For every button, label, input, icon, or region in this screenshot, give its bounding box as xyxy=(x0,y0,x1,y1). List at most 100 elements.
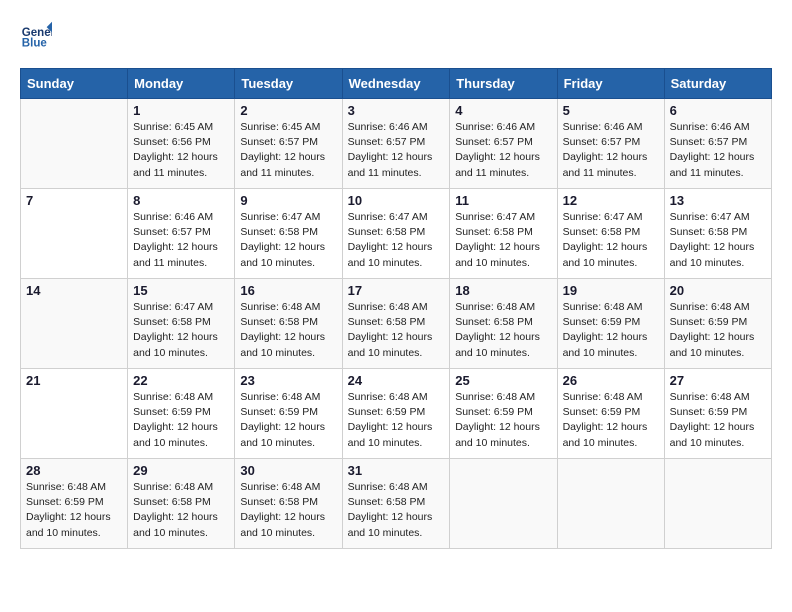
svg-text:Blue: Blue xyxy=(22,38,48,50)
day-number: 17 xyxy=(348,283,445,298)
calendar-cell: 10 Sunrise: 6:47 AM Sunset: 6:58 PM Dayli… xyxy=(342,189,450,279)
header-row: SundayMondayTuesdayWednesdayThursdayFrid… xyxy=(21,69,772,99)
day-info: Sunrise: 6:47 AM Sunset: 6:58 PM Dayligh… xyxy=(240,210,336,271)
day-number: 8 xyxy=(133,193,229,208)
day-info: Sunrise: 6:47 AM Sunset: 6:58 PM Dayligh… xyxy=(670,210,766,271)
day-info: Sunrise: 6:47 AM Sunset: 6:58 PM Dayligh… xyxy=(348,210,445,271)
calendar-cell: 11 Sunrise: 6:47 AM Sunset: 6:58 PM Dayli… xyxy=(450,189,557,279)
day-number: 18 xyxy=(455,283,551,298)
logo: General Blue xyxy=(20,20,58,52)
day-number: 1 xyxy=(133,103,229,118)
day-info: Sunrise: 6:48 AM Sunset: 6:59 PM Dayligh… xyxy=(348,390,445,451)
calendar-cell: 9Sunrise: 6:47 AM Sunset: 6:58 PM Daylig… xyxy=(235,189,342,279)
calendar-cell: 20 Sunrise: 6:48 AM Sunset: 6:59 PM Dayli… xyxy=(664,279,771,369)
calendar-cell xyxy=(557,459,664,549)
day-number: 3 xyxy=(348,103,445,118)
day-info: Sunrise: 6:46 AM Sunset: 6:57 PM Dayligh… xyxy=(133,210,229,271)
day-number: 2 xyxy=(240,103,336,118)
day-number: 15 xyxy=(133,283,229,298)
calendar-week-row: 28 Sunrise: 6:48 AM Sunset: 6:59 PM Dayli… xyxy=(21,459,772,549)
day-number: 12 xyxy=(563,193,659,208)
calendar-cell: 24Sunrise: 6:48 AM Sunset: 6:59 PM Dayli… xyxy=(342,369,450,459)
day-number: 31 xyxy=(348,463,445,478)
weekday-header: Monday xyxy=(128,69,235,99)
day-info: Sunrise: 6:48 AM Sunset: 6:59 PM Dayligh… xyxy=(26,480,122,541)
calendar-cell: 12 Sunrise: 6:47 AM Sunset: 6:58 PM Dayli… xyxy=(557,189,664,279)
weekday-header: Saturday xyxy=(664,69,771,99)
day-number: 16 xyxy=(240,283,336,298)
calendar-cell: 18 Sunrise: 6:48 AM Sunset: 6:58 PM Dayli… xyxy=(450,279,557,369)
calendar-cell: 23 Sunrise: 6:48 AM Sunset: 6:59 PM Dayli… xyxy=(235,369,342,459)
page-header: General Blue xyxy=(20,20,772,52)
calendar-cell: 27 Sunrise: 6:48 AM Sunset: 6:59 PM Dayli… xyxy=(664,369,771,459)
calendar-cell: 6Sunrise: 6:46 AM Sunset: 6:57 PM Daylig… xyxy=(664,99,771,189)
day-info: Sunrise: 6:48 AM Sunset: 6:58 PM Dayligh… xyxy=(240,480,336,541)
calendar-cell: 15 Sunrise: 6:47 AM Sunset: 6:58 PM Dayli… xyxy=(128,279,235,369)
calendar-cell: 7 xyxy=(21,189,128,279)
day-number: 20 xyxy=(670,283,766,298)
day-number: 30 xyxy=(240,463,336,478)
day-info: Sunrise: 6:47 AM Sunset: 6:58 PM Dayligh… xyxy=(455,210,551,271)
day-info: Sunrise: 6:48 AM Sunset: 6:59 PM Dayligh… xyxy=(240,390,336,451)
day-info: Sunrise: 6:48 AM Sunset: 6:59 PM Dayligh… xyxy=(563,300,659,361)
calendar-cell: 26Sunrise: 6:48 AM Sunset: 6:59 PM Dayli… xyxy=(557,369,664,459)
weekday-header: Tuesday xyxy=(235,69,342,99)
day-info: Sunrise: 6:48 AM Sunset: 6:59 PM Dayligh… xyxy=(670,390,766,451)
day-number: 4 xyxy=(455,103,551,118)
day-number: 22 xyxy=(133,373,229,388)
calendar-cell: 5 Sunrise: 6:46 AM Sunset: 6:57 PM Daylig… xyxy=(557,99,664,189)
day-info: Sunrise: 6:48 AM Sunset: 6:59 PM Dayligh… xyxy=(455,390,551,451)
day-info: Sunrise: 6:46 AM Sunset: 6:57 PM Dayligh… xyxy=(455,120,551,181)
calendar-cell: 21 xyxy=(21,369,128,459)
day-info: Sunrise: 6:48 AM Sunset: 6:58 PM Dayligh… xyxy=(348,480,445,541)
day-number: 14 xyxy=(26,283,122,298)
day-info: Sunrise: 6:46 AM Sunset: 6:57 PM Dayligh… xyxy=(348,120,445,181)
calendar-cell: 30 Sunrise: 6:48 AM Sunset: 6:58 PM Dayli… xyxy=(235,459,342,549)
day-number: 10 xyxy=(348,193,445,208)
day-info: Sunrise: 6:45 AM Sunset: 6:57 PM Dayligh… xyxy=(240,120,336,181)
calendar-week-row: 1Sunrise: 6:45 AM Sunset: 6:56 PM Daylig… xyxy=(21,99,772,189)
day-info: Sunrise: 6:46 AM Sunset: 6:57 PM Dayligh… xyxy=(563,120,659,181)
weekday-header: Friday xyxy=(557,69,664,99)
day-number: 13 xyxy=(670,193,766,208)
calendar-week-row: 21 22 Sunrise: 6:48 AM Sunset: 6:59 PM Day… xyxy=(21,369,772,459)
calendar-cell: 13 Sunrise: 6:47 AM Sunset: 6:58 PM Dayli… xyxy=(664,189,771,279)
day-number: 27 xyxy=(670,373,766,388)
day-number: 25 xyxy=(455,373,551,388)
logo-icon: General Blue xyxy=(20,20,52,52)
day-info: Sunrise: 6:48 AM Sunset: 6:59 PM Dayligh… xyxy=(670,300,766,361)
calendar-cell: 22 Sunrise: 6:48 AM Sunset: 6:59 PM Dayli… xyxy=(128,369,235,459)
day-info: Sunrise: 6:48 AM Sunset: 6:58 PM Dayligh… xyxy=(348,300,445,361)
weekday-header: Sunday xyxy=(21,69,128,99)
calendar-cell xyxy=(21,99,128,189)
calendar-cell: 16Sunrise: 6:48 AM Sunset: 6:58 PM Dayli… xyxy=(235,279,342,369)
calendar-cell: 14 xyxy=(21,279,128,369)
calendar-cell: 29 Sunrise: 6:48 AM Sunset: 6:58 PM Dayli… xyxy=(128,459,235,549)
day-info: Sunrise: 6:48 AM Sunset: 6:59 PM Dayligh… xyxy=(133,390,229,451)
calendar-body: 1Sunrise: 6:45 AM Sunset: 6:56 PM Daylig… xyxy=(21,99,772,549)
calendar-cell: 17 Sunrise: 6:48 AM Sunset: 6:58 PM Dayli… xyxy=(342,279,450,369)
day-number: 28 xyxy=(26,463,122,478)
day-number: 23 xyxy=(240,373,336,388)
calendar-week-row: 78 Sunrise: 6:46 AM Sunset: 6:57 PM Dayli… xyxy=(21,189,772,279)
day-number: 7 xyxy=(26,193,122,208)
weekday-header: Thursday xyxy=(450,69,557,99)
calendar-cell: 2 Sunrise: 6:45 AM Sunset: 6:57 PM Daylig… xyxy=(235,99,342,189)
calendar-cell: 3 Sunrise: 6:46 AM Sunset: 6:57 PM Daylig… xyxy=(342,99,450,189)
day-number: 6 xyxy=(670,103,766,118)
weekday-header: Wednesday xyxy=(342,69,450,99)
calendar-cell: 19Sunrise: 6:48 AM Sunset: 6:59 PM Dayli… xyxy=(557,279,664,369)
day-number: 5 xyxy=(563,103,659,118)
calendar-week-row: 14 15 Sunrise: 6:47 AM Sunset: 6:58 PM Day… xyxy=(21,279,772,369)
day-number: 26 xyxy=(563,373,659,388)
day-info: Sunrise: 6:47 AM Sunset: 6:58 PM Dayligh… xyxy=(133,300,229,361)
day-info: Sunrise: 6:47 AM Sunset: 6:58 PM Dayligh… xyxy=(563,210,659,271)
day-info: Sunrise: 6:48 AM Sunset: 6:58 PM Dayligh… xyxy=(133,480,229,541)
day-number: 11 xyxy=(455,193,551,208)
day-info: Sunrise: 6:48 AM Sunset: 6:58 PM Dayligh… xyxy=(455,300,551,361)
calendar-cell: 4 Sunrise: 6:46 AM Sunset: 6:57 PM Daylig… xyxy=(450,99,557,189)
calendar-cell xyxy=(664,459,771,549)
calendar-cell: 31 Sunrise: 6:48 AM Sunset: 6:58 PM Dayli… xyxy=(342,459,450,549)
day-number: 29 xyxy=(133,463,229,478)
calendar-cell: 8 Sunrise: 6:46 AM Sunset: 6:57 PM Daylig… xyxy=(128,189,235,279)
